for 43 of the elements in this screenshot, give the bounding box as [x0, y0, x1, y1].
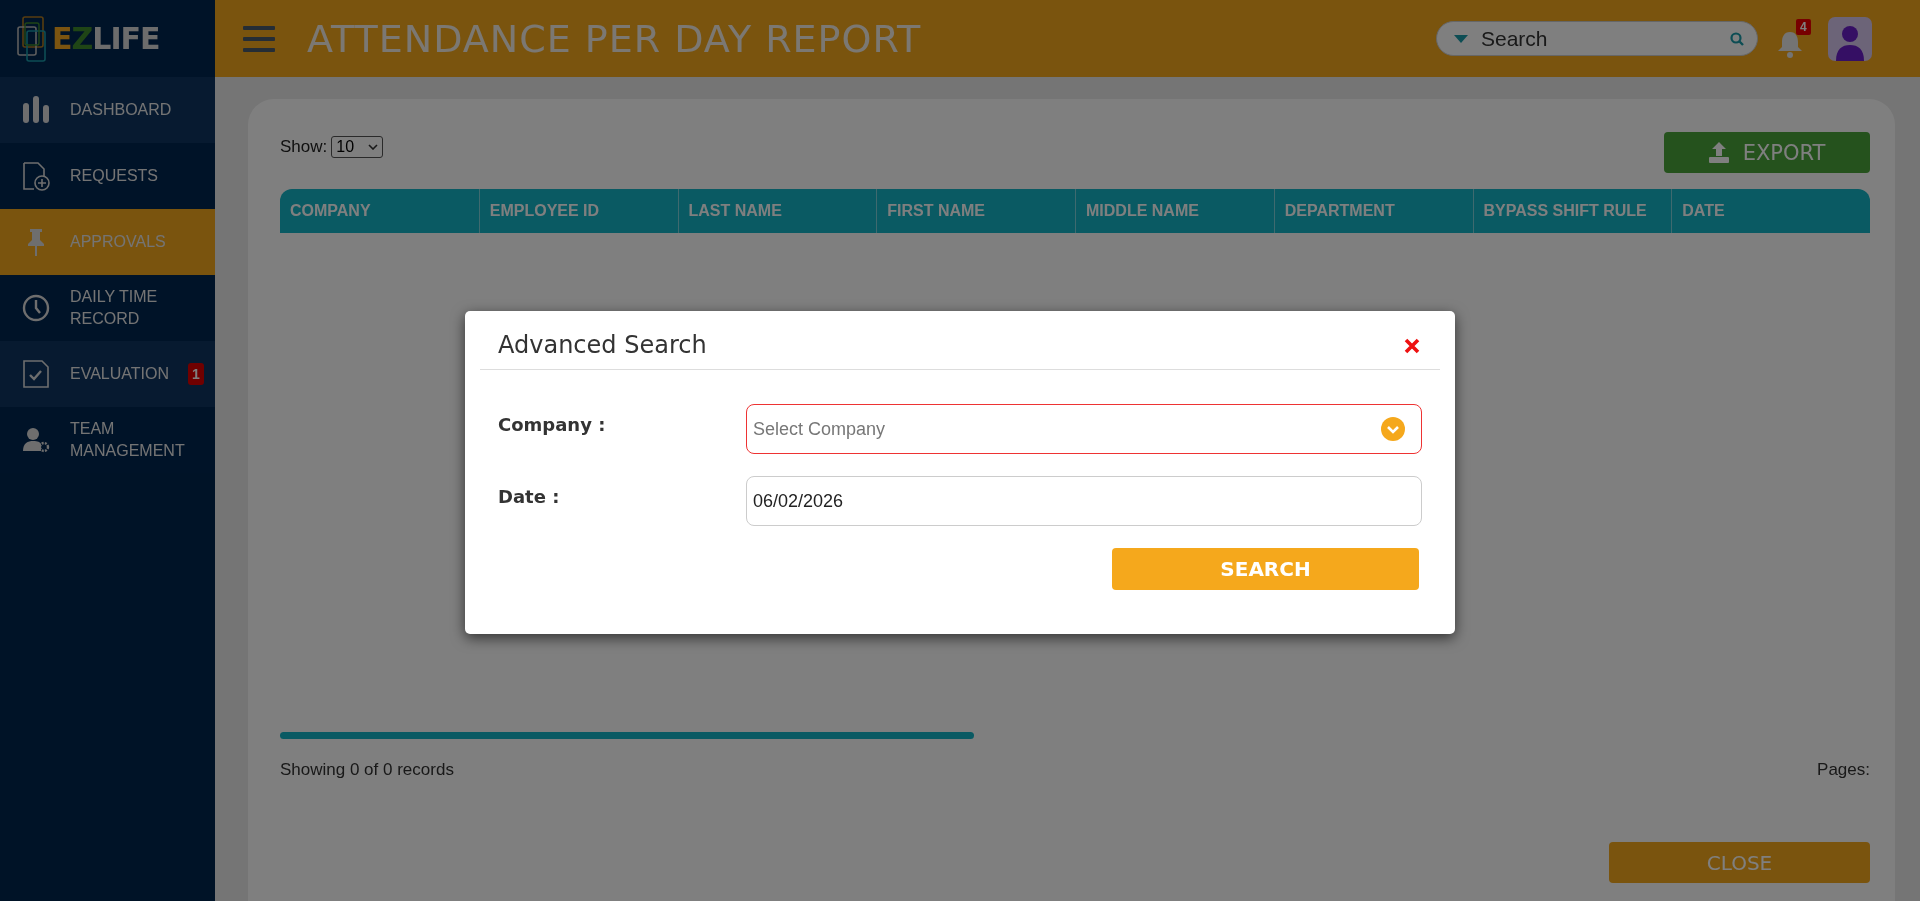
logo-icon: [16, 14, 48, 63]
chevron-down-icon: [1381, 417, 1405, 441]
pages-label: Pages:: [1817, 760, 1870, 780]
document-plus-icon: [22, 161, 50, 191]
sidebar-item[interactable]: DASHBOARD: [0, 77, 215, 143]
date-field[interactable]: 06/02/2026: [746, 476, 1422, 526]
column-header[interactable]: FIRST NAME: [876, 189, 1075, 233]
column-header[interactable]: BYPASS SHIFT RULE: [1472, 189, 1672, 233]
close-button[interactable]: CLOSE: [1609, 842, 1870, 883]
column-header[interactable]: MIDDLE NAME: [1075, 189, 1274, 233]
horizontal-scrollbar[interactable]: [280, 732, 974, 739]
chevron-icon: [368, 144, 379, 150]
column-header[interactable]: EMPLOYEE ID: [478, 189, 678, 233]
column-header[interactable]: COMPANY: [280, 189, 479, 233]
caret-icon: [1454, 35, 1468, 43]
search-button[interactable]: SEARCH: [1112, 548, 1419, 590]
column-header[interactable]: DATE: [1671, 189, 1870, 233]
bar-chart-icon: [22, 95, 50, 125]
sidebar-item[interactable]: APPROVALS: [0, 209, 215, 275]
page-size-select[interactable]: 10: [331, 136, 384, 158]
menu-icon: [243, 25, 275, 52]
document-check-icon: [22, 359, 50, 389]
field-label: Company :: [498, 414, 607, 435]
close-icon: [1404, 338, 1420, 354]
sidebar-item[interactable]: EVALUATION 1: [0, 341, 215, 407]
user-gear-icon: [22, 425, 50, 455]
search-icon: [1730, 32, 1744, 46]
column-header[interactable]: LAST NAME: [677, 189, 877, 233]
count-badge: 1: [188, 363, 204, 385]
column-header[interactable]: DEPARTMENT: [1273, 189, 1473, 233]
avatar-icon[interactable]: [1828, 16, 1872, 61]
search-field[interactable]: Search: [1436, 21, 1758, 56]
company-select[interactable]: Select Company: [746, 404, 1422, 454]
show-label: Show:: [280, 137, 328, 157]
modal-title: Advanced Search: [498, 331, 707, 359]
export-button[interactable]: EXPORT: [1664, 132, 1870, 173]
field-label: Date :: [498, 486, 561, 507]
close-button[interactable]: [1402, 336, 1422, 356]
page-title: ATTENDANCE PER DAY REPORT: [307, 16, 922, 61]
clock-icon: [22, 293, 50, 323]
records-summary: Showing 0 of 0 records: [280, 760, 454, 780]
notification-badge: 4: [1796, 18, 1811, 35]
upload-icon: [1708, 142, 1729, 163]
